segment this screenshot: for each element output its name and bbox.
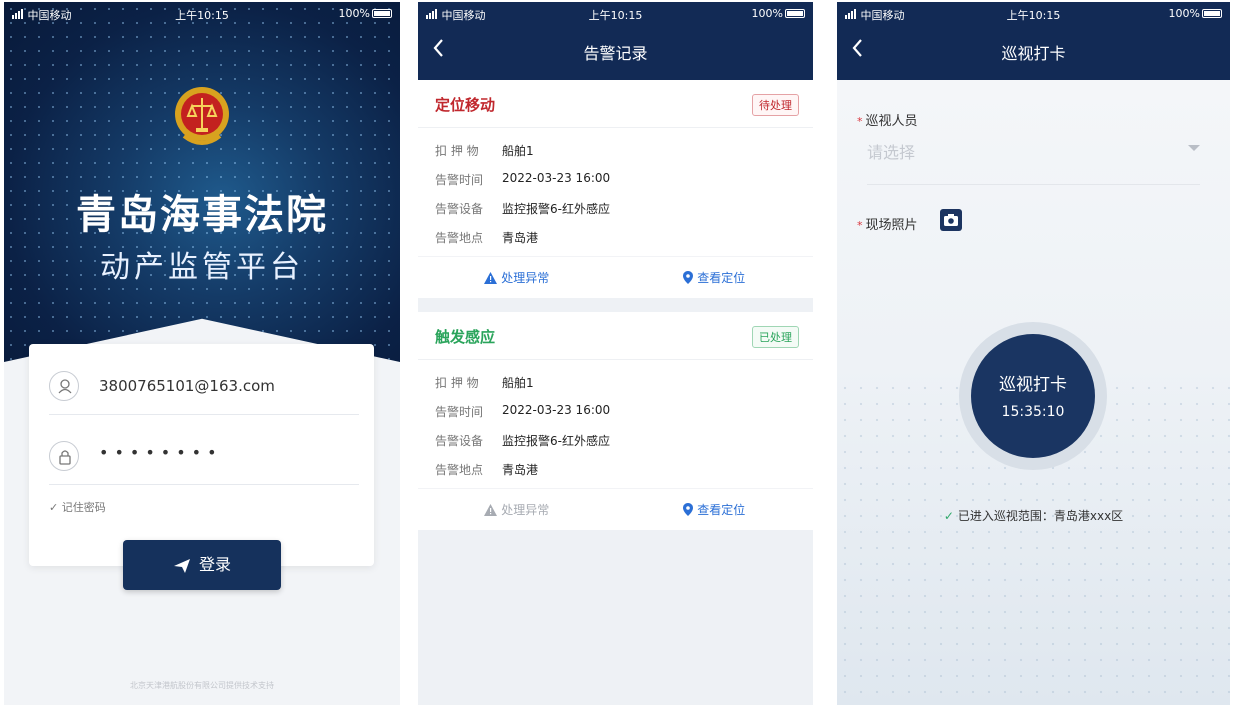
login-button[interactable]: 登录: [123, 540, 281, 590]
field-row: 扣 押 物 船舶1: [418, 368, 813, 397]
court-emblem-logo: [175, 87, 229, 145]
alarm-card: 定位移动 待处理 扣 押 物 船舶1 告警时间 2022-03-23 16:00 告…: [418, 80, 813, 298]
handle-exception-button-disabled: 处理异常: [418, 489, 616, 531]
field-row: 告警地点 青岛港: [418, 223, 813, 252]
field-value: 船舶1: [502, 376, 534, 390]
page-title: 告警记录: [583, 44, 648, 63]
field-label: 告警地点: [435, 463, 484, 477]
inspector-select[interactable]: 请选择: [867, 139, 915, 163]
alarm-card: 触发感应 已处理 扣 押 物 船舶1 告警时间 2022-03-23 16:00 告…: [418, 312, 813, 530]
check-icon: ✓: [943, 509, 954, 523]
field-label: 告警时间: [435, 405, 484, 419]
location-pin-icon: [683, 271, 694, 284]
battery-icon: [372, 9, 392, 18]
status-bar: 中国移动 上午10:15 100%: [837, 2, 1230, 24]
battery-level: 100%: [338, 7, 370, 20]
login-screen: 中国移动 上午10:15 100% 青岛海事法院 动产监管平台 38007651…: [4, 2, 400, 705]
field-label: 告警时间: [435, 173, 484, 187]
view-location-label: 查看定位: [697, 271, 746, 285]
field-value: 监控报警6-红外感应: [502, 434, 610, 448]
punch-label: 巡视打卡: [999, 375, 1067, 395]
warning-icon: [484, 504, 498, 516]
battery-level: 100%: [751, 7, 783, 20]
status-badge: 已处理: [752, 326, 799, 348]
battery-level: 100%: [1168, 7, 1200, 20]
password-input[interactable]: ••••••••: [99, 443, 223, 462]
check-icon: ✓: [49, 501, 59, 514]
field-row: 告警时间 2022-03-23 16:00: [418, 165, 813, 194]
range-status-text: 已进入巡视范围：青岛港xxx区: [957, 509, 1124, 523]
field-value: 2022-03-23 16:00: [502, 171, 611, 185]
user-icon: [49, 371, 79, 401]
login-button-label: 登录: [198, 555, 231, 574]
handle-exception-label: 处理异常: [501, 503, 550, 517]
field-value: 青岛港: [502, 463, 539, 477]
punch-checkin-button[interactable]: 巡视打卡 15:35:10: [971, 334, 1095, 458]
remember-password-checkbox[interactable]: ✓ 记住密码: [49, 499, 106, 515]
username-field[interactable]: 3800765101@163.com: [49, 357, 359, 415]
status-bar: 中国移动 上午10:15 100%: [4, 2, 400, 24]
field-row: 扣 押 物 船舶1: [418, 136, 813, 165]
patrol-checkin-screen: 巡视打卡 中国移动 上午10:15 100% * 巡视人员 请选择 * 现场照片 巡…: [837, 2, 1230, 705]
photo-label: * 现场照片: [857, 218, 918, 233]
field-row: 告警设备 监控报警6-红外感应: [418, 426, 813, 455]
battery-icon: [1202, 9, 1222, 18]
app-subtitle: 动产监管平台: [100, 250, 304, 285]
field-row: 告警设备 监控报警6-红外感应: [418, 194, 813, 223]
password-field[interactable]: ••••••••: [49, 427, 359, 485]
app-title: 青岛海事法院: [76, 192, 328, 238]
login-form: 3800765101@163.com •••••••• ✓ 记住密码: [29, 344, 374, 566]
send-icon: [173, 558, 190, 573]
field-label: 告警地点: [435, 231, 484, 245]
status-badge: 待处理: [752, 94, 799, 116]
range-status: ✓ 已进入巡视范围：青岛港xxx区: [837, 507, 1230, 524]
field-value: 2022-03-23 16:00: [502, 403, 611, 417]
field-value: 监控报警6-红外感应: [502, 202, 610, 216]
divider: [867, 184, 1200, 185]
field-label: 扣 押 物: [435, 144, 479, 158]
required-asterisk: *: [857, 115, 863, 128]
field-value: 船舶1: [502, 144, 534, 158]
username-input[interactable]: 3800765101@163.com: [99, 377, 275, 395]
view-location-label: 查看定位: [697, 503, 746, 517]
status-bar: 中国移动 上午10:15 100%: [418, 2, 813, 24]
handle-exception-label: 处理异常: [501, 271, 550, 285]
required-asterisk: *: [857, 219, 863, 232]
alarm-type: 定位移动: [435, 96, 496, 114]
remember-label: 记住密码: [61, 501, 106, 514]
page-title: 巡视打卡: [1001, 44, 1066, 63]
camera-icon[interactable]: [940, 209, 962, 231]
location-pin-icon: [683, 503, 694, 516]
field-label: 告警设备: [435, 202, 484, 216]
handle-exception-button[interactable]: 处理异常: [418, 257, 616, 299]
battery-icon: [785, 9, 805, 18]
field-label: 扣 押 物: [435, 376, 479, 390]
chevron-down-icon[interactable]: [1188, 145, 1200, 151]
field-row: 告警时间 2022-03-23 16:00: [418, 397, 813, 426]
view-location-button[interactable]: 查看定位: [616, 489, 814, 531]
alarm-records-screen: 告警记录 中国移动 上午10:15 100% 定位移动 待处理 扣 押 物船舶1…: [418, 2, 813, 705]
view-location-button[interactable]: 查看定位: [616, 257, 814, 299]
footer-note: 北京天津港航股份有限公司提供技术支持: [130, 681, 274, 690]
field-row: 告警地点 青岛港: [418, 455, 813, 484]
inspector-label: * 巡视人员: [857, 114, 918, 129]
field-value: 青岛港: [502, 231, 539, 245]
field-label: 告警设备: [435, 434, 484, 448]
alarm-type: 触发感应: [435, 328, 496, 346]
punch-time: 15:35:10: [1001, 404, 1065, 420]
lock-icon: [49, 441, 79, 471]
warning-icon: [484, 272, 498, 284]
